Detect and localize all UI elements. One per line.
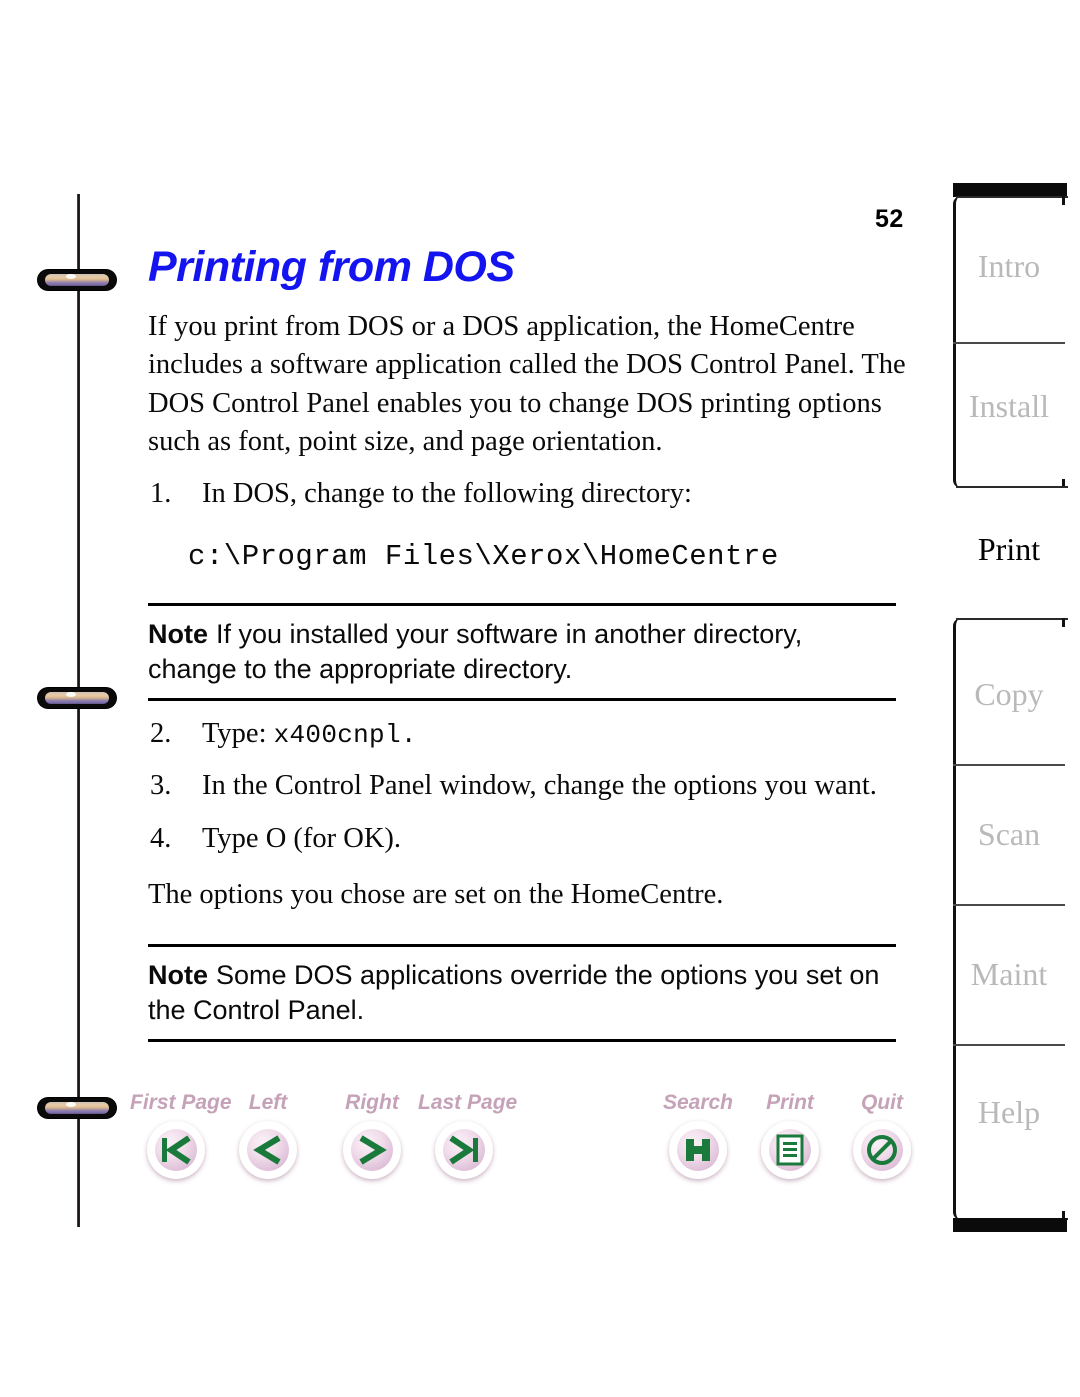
button-disc: [147, 1121, 205, 1179]
first-page-icon: [147, 1121, 205, 1179]
step-text: Type:: [202, 717, 274, 749]
last-page-icon: [435, 1121, 493, 1179]
manual-page: 52 Printing from DOS If you print from D…: [0, 0, 1080, 1397]
next-page-button[interactable]: Right: [326, 1092, 418, 1179]
sidebar-item-print[interactable]: Print: [953, 531, 1065, 568]
first-page-label: First Page: [130, 1091, 232, 1114]
tab-strip-top-cap: [953, 183, 1067, 197]
print-icon: [761, 1121, 819, 1179]
closing-paragraph: The options you chose are set on the Hom…: [148, 878, 724, 910]
note-block-1: Note If you installed your software in an…: [148, 602, 896, 701]
step-number: 2.: [150, 717, 172, 749]
next-page-label: Right: [345, 1091, 399, 1114]
navigation-toolbar: First Page Left Right Last Page Search P…: [130, 1092, 910, 1197]
binding-spine: [77, 194, 80, 1227]
ring-highlight: [66, 1102, 76, 1107]
sidebar-item-install[interactable]: Install: [953, 388, 1065, 425]
note-label: Note: [148, 618, 208, 649]
button-disc: [343, 1121, 401, 1179]
step-2: 2. Type: x400cnpl.: [148, 715, 908, 753]
step-3: 3. In the Control Panel window, change t…: [148, 767, 908, 805]
tab-edge-cap: [1062, 196, 1065, 205]
sidebar-item-maint[interactable]: Maint: [953, 956, 1065, 993]
tab-edge-cap: [1062, 618, 1065, 627]
sidebar-item-copy[interactable]: Copy: [953, 676, 1065, 713]
note-text: Note Some DOS applications override the o…: [148, 958, 896, 1028]
page-content: Printing from DOS If you print from DOS …: [148, 200, 908, 1043]
step-number: 4.: [150, 822, 172, 854]
next-page-icon: [343, 1121, 401, 1179]
tab-divider: [953, 904, 1065, 906]
quit-label: Quit: [861, 1091, 903, 1114]
button-disc: [761, 1121, 819, 1179]
previous-page-icon: [239, 1121, 297, 1179]
note-text: Note If you installed your software in an…: [148, 617, 896, 687]
tab-edge-cap: [1062, 479, 1065, 488]
tab-divider: [953, 764, 1065, 766]
quit-icon: [853, 1121, 911, 1179]
search-label: Search: [662, 1091, 734, 1114]
print-label: Print: [766, 1091, 814, 1114]
note-body: If you installed your software in anothe…: [148, 618, 803, 684]
previous-page-button[interactable]: Left: [222, 1092, 314, 1179]
note-body: Some DOS applications override the optio…: [148, 960, 880, 1026]
note-label: Note: [148, 960, 208, 991]
section-tab-strip: Intro Install Print Copy Scan Maint Help: [925, 183, 1068, 1232]
quit-button[interactable]: Quit: [836, 1092, 928, 1179]
button-disc: [435, 1121, 493, 1179]
button-disc: [669, 1121, 727, 1179]
button-disc: [853, 1121, 911, 1179]
search-icon: [669, 1121, 727, 1179]
print-button[interactable]: Print: [744, 1092, 836, 1179]
tab-strip-bottom-cap: [953, 1218, 1067, 1232]
note-block-2: Note Some DOS applications override the o…: [148, 944, 896, 1043]
first-page-button[interactable]: First Page: [130, 1091, 232, 1179]
step-number: 3.: [150, 770, 172, 802]
binding-ring: [38, 688, 116, 708]
code-path: c:\Program Files\Xerox\HomeCentre: [188, 539, 779, 573]
previous-page-label: Left: [248, 1091, 288, 1114]
binding-ring: [38, 270, 116, 290]
ring-highlight: [66, 692, 76, 697]
step-text: In DOS, change to the following director…: [202, 478, 692, 510]
ring-highlight: [66, 274, 76, 279]
step-number: 1.: [150, 478, 172, 510]
step-4: 4. Type O (for OK).: [148, 820, 908, 858]
step-text: Type O (for OK).: [202, 822, 402, 854]
step-1: 1. In DOS, change to the following direc…: [148, 475, 908, 513]
binding-ring: [38, 1098, 116, 1118]
button-disc: [239, 1121, 297, 1179]
tab-divider: [953, 1044, 1065, 1046]
last-page-label: Last Page: [418, 1091, 518, 1114]
last-page-button[interactable]: Last Page: [418, 1091, 518, 1179]
sidebar-item-scan[interactable]: Scan: [953, 816, 1065, 853]
tab-divider: [953, 342, 1065, 344]
sidebar-item-intro[interactable]: Intro: [953, 248, 1065, 285]
intro-paragraph: If you print from DOS or a DOS applicati…: [148, 311, 906, 458]
page-title: Printing from DOS: [148, 243, 515, 291]
sidebar-item-help[interactable]: Help: [953, 1094, 1065, 1131]
step-command: x400cnpl.: [273, 719, 417, 750]
step-text: In the Control Panel window, change the …: [202, 770, 877, 802]
search-button[interactable]: Search: [652, 1092, 744, 1179]
